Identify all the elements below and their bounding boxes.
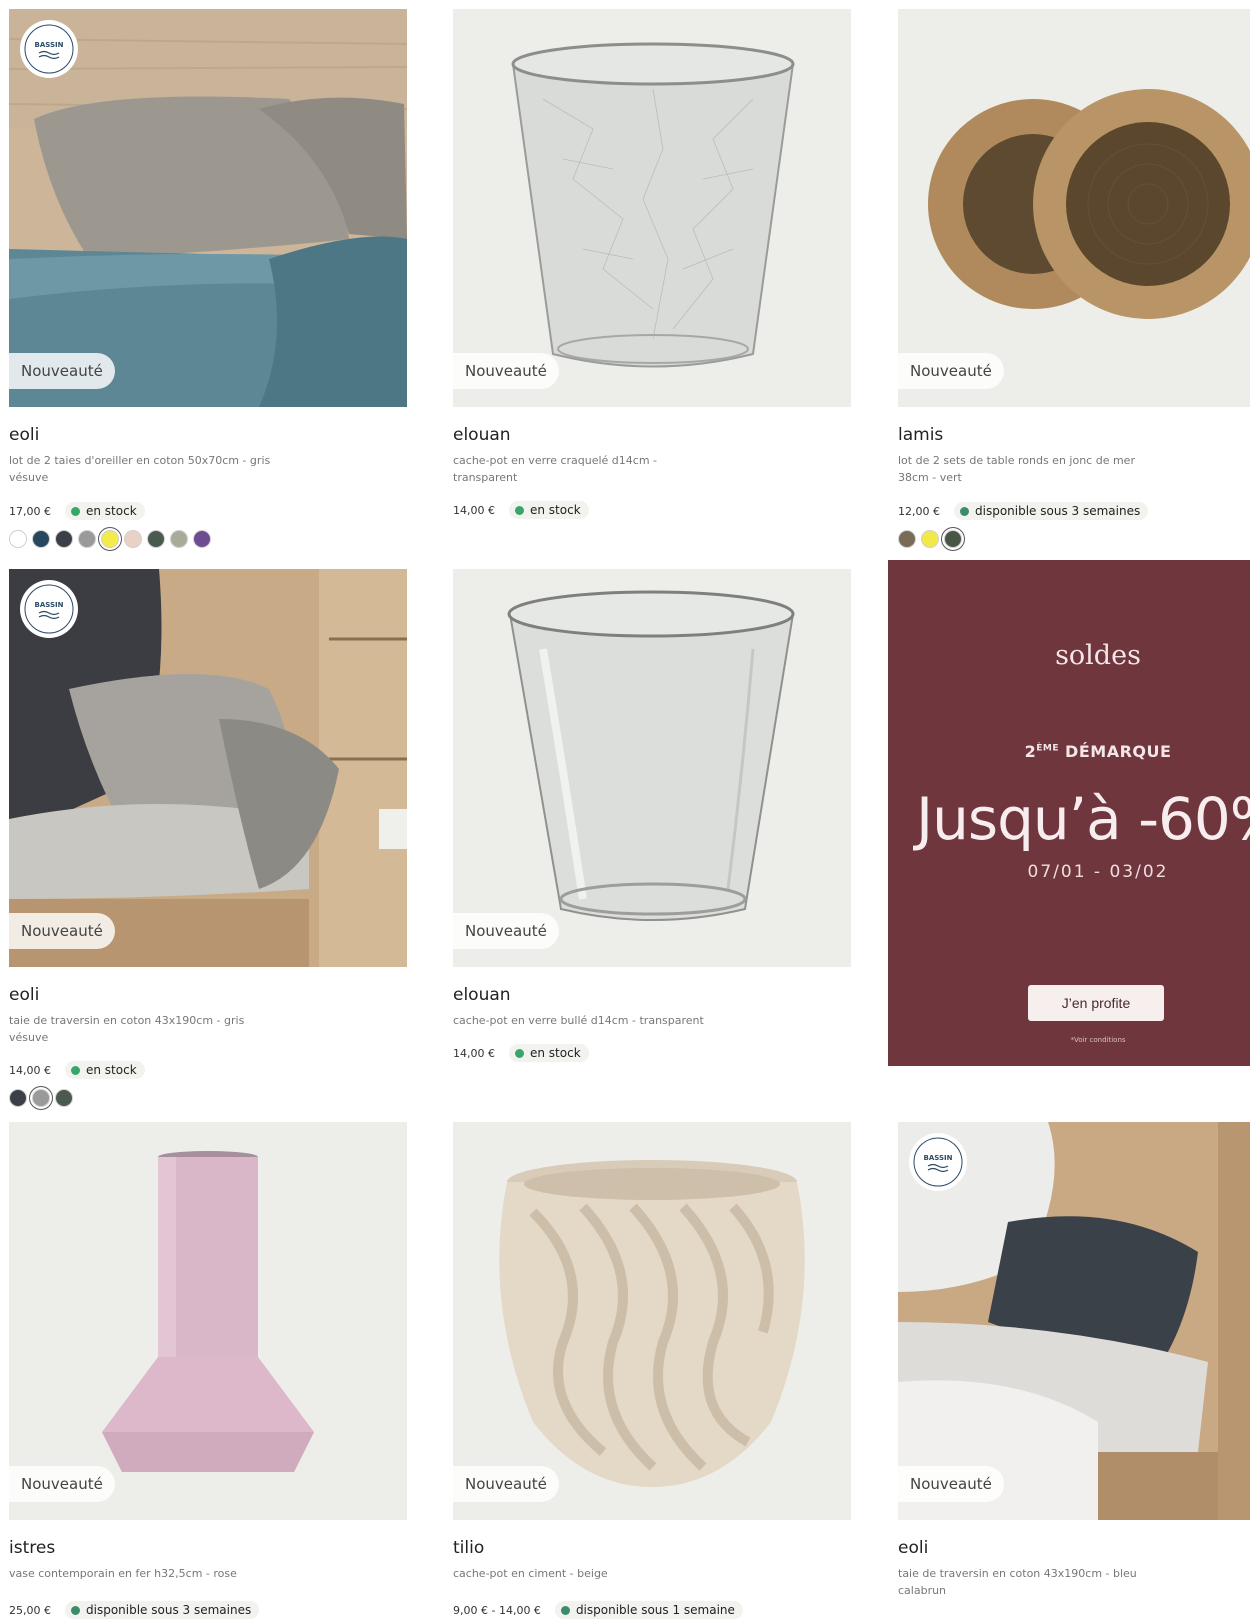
product-name[interactable]: tilio bbox=[453, 1537, 851, 1559]
color-swatch-selected[interactable] bbox=[32, 1089, 50, 1107]
product-name[interactable]: istres bbox=[9, 1537, 407, 1559]
product-card[interactable]: BASSIN Nouveauté eoli lot de 2 taies d'o… bbox=[9, 9, 407, 548]
product-name[interactable]: lamis bbox=[898, 424, 1250, 446]
promo-conditions-link[interactable]: *Voir conditions bbox=[888, 1036, 1250, 1044]
promo-subtitle: 2ÈME DÉMARQUE bbox=[1024, 742, 1172, 761]
made-in-mediterranean-badge: BASSIN bbox=[19, 579, 79, 639]
promo-title: soldes bbox=[1055, 640, 1141, 671]
product-description: taie de traversin en coton 43x190cm - gr… bbox=[9, 1014, 245, 1044]
product-image[interactable]: BASSIN Nouveauté bbox=[9, 9, 407, 407]
color-swatch[interactable] bbox=[55, 530, 73, 548]
stock-status: disponible sous 1 semaine bbox=[554, 1601, 743, 1619]
color-swatch[interactable] bbox=[170, 530, 188, 548]
product-card[interactable]: Nouveauté tilio cache-pot en ciment - be… bbox=[453, 1122, 851, 1619]
color-swatch[interactable] bbox=[147, 530, 165, 548]
stock-dot-icon bbox=[515, 505, 524, 515]
product-description: cache-pot en verre craquelé d14cm - tran… bbox=[453, 454, 658, 484]
product-image[interactable]: Nouveauté bbox=[9, 1122, 407, 1520]
stock-dot-icon bbox=[960, 506, 969, 516]
stock-status: en stock bbox=[65, 502, 145, 520]
round-placemats-image bbox=[898, 9, 1250, 407]
product-price: 14,00 € bbox=[453, 503, 495, 517]
product-description: lot de 2 sets de table ronds en jonc de … bbox=[898, 454, 1135, 484]
made-in-mediterranean-badge: BASSIN bbox=[908, 1132, 968, 1192]
product-card[interactable]: BASSIN Nouveauté eoli taie de traversin … bbox=[9, 569, 407, 1107]
stock-status: disponible sous 3 semaines bbox=[954, 502, 1149, 520]
new-badge: Nouveauté bbox=[453, 353, 559, 389]
product-card[interactable]: Nouveauté istres vase contemporain en fe… bbox=[9, 1122, 407, 1619]
stock-dot-icon bbox=[515, 1048, 524, 1058]
stock-dot-icon bbox=[71, 1605, 80, 1615]
product-price: 14,00 € bbox=[9, 1063, 51, 1077]
sale-promo-banner[interactable]: soldes 2ÈME DÉMARQUE Jusqu’à -60% 07/01 … bbox=[888, 560, 1250, 1066]
new-badge: Nouveauté bbox=[453, 1466, 559, 1502]
color-swatch[interactable] bbox=[193, 530, 211, 548]
svg-text:BASSIN: BASSIN bbox=[35, 41, 64, 49]
product-card[interactable]: Nouveauté lamis lot de 2 sets de table r… bbox=[898, 9, 1250, 548]
product-price: 14,00 € bbox=[453, 1046, 495, 1060]
product-description: cache-pot en verre bullé d14cm - transpa… bbox=[453, 1014, 704, 1027]
color-swatch[interactable] bbox=[9, 1089, 27, 1107]
product-card[interactable]: Nouveauté elouan cache-pot en verre bull… bbox=[453, 569, 851, 1062]
product-image[interactable]: Nouveauté bbox=[453, 569, 851, 967]
product-image[interactable]: Nouveauté bbox=[898, 9, 1250, 407]
new-badge: Nouveauté bbox=[9, 353, 115, 389]
promo-cta-button[interactable]: J’en profite bbox=[1028, 985, 1164, 1021]
color-swatches bbox=[9, 530, 407, 548]
product-image[interactable]: Nouveauté bbox=[453, 9, 851, 407]
product-price: 25,00 € bbox=[9, 1603, 51, 1617]
product-image[interactable]: BASSIN Nouveauté bbox=[9, 569, 407, 967]
product-name[interactable]: eoli bbox=[898, 1537, 1250, 1559]
svg-text:BASSIN: BASSIN bbox=[35, 601, 64, 609]
product-name[interactable]: elouan bbox=[453, 424, 851, 446]
product-description: lot de 2 taies d'oreiller en coton 50x70… bbox=[9, 454, 271, 484]
color-swatch[interactable] bbox=[78, 530, 96, 548]
color-swatch[interactable] bbox=[55, 1089, 73, 1107]
product-price: 12,00 € bbox=[898, 504, 940, 518]
promo-dates: 07/01 - 03/02 bbox=[1027, 862, 1169, 882]
stock-status: en stock bbox=[65, 1061, 145, 1079]
stock-status: en stock bbox=[509, 501, 589, 519]
new-badge: Nouveauté bbox=[453, 913, 559, 949]
stock-dot-icon bbox=[71, 506, 80, 516]
color-swatch[interactable] bbox=[124, 530, 142, 548]
product-card[interactable]: BASSIN Nouveauté eoli taie de traversin … bbox=[898, 1122, 1250, 1599]
color-swatch[interactable] bbox=[898, 530, 916, 548]
promo-headline: Jusqu’à -60% bbox=[916, 785, 1250, 853]
color-swatch-selected[interactable] bbox=[101, 530, 119, 548]
new-badge: Nouveauté bbox=[898, 1466, 1004, 1502]
color-swatch[interactable] bbox=[9, 530, 27, 548]
new-badge: Nouveauté bbox=[9, 913, 115, 949]
color-swatches bbox=[9, 1089, 407, 1107]
bubbled-glass-pot-image bbox=[453, 569, 851, 967]
cement-pot-image bbox=[453, 1122, 851, 1520]
color-swatches bbox=[898, 530, 1250, 548]
pink-vase-image bbox=[9, 1122, 407, 1520]
stock-status: disponible sous 3 semaines bbox=[65, 1601, 260, 1619]
product-description: taie de traversin en coton 43x190cm - bl… bbox=[898, 1567, 1137, 1597]
svg-text:BASSIN: BASSIN bbox=[924, 1154, 953, 1162]
new-badge: Nouveauté bbox=[898, 353, 1004, 389]
stock-dot-icon bbox=[560, 1605, 570, 1615]
color-swatch[interactable] bbox=[921, 530, 939, 548]
stock-status: en stock bbox=[509, 1044, 589, 1062]
product-description: cache-pot en ciment - beige bbox=[453, 1567, 608, 1580]
product-name[interactable]: eoli bbox=[9, 984, 407, 1006]
product-price: 9,00 € - 14,00 € bbox=[453, 1603, 541, 1617]
stock-dot-icon bbox=[71, 1065, 80, 1075]
product-card[interactable]: Nouveauté elouan cache-pot en verre craq… bbox=[453, 9, 851, 519]
color-swatch-selected[interactable] bbox=[944, 530, 962, 548]
product-image[interactable]: Nouveauté bbox=[453, 1122, 851, 1520]
product-name[interactable]: eoli bbox=[9, 424, 407, 446]
product-image[interactable]: BASSIN Nouveauté bbox=[898, 1122, 1250, 1520]
color-swatch[interactable] bbox=[32, 530, 50, 548]
crackled-glass-pot-image bbox=[453, 9, 851, 407]
product-name[interactable]: elouan bbox=[453, 984, 851, 1006]
product-price: 17,00 € bbox=[9, 504, 51, 518]
new-badge: Nouveauté bbox=[9, 1466, 115, 1502]
product-description: vase contemporain en fer h32,5cm - rose bbox=[9, 1567, 237, 1580]
made-in-mediterranean-badge: BASSIN bbox=[19, 19, 79, 79]
